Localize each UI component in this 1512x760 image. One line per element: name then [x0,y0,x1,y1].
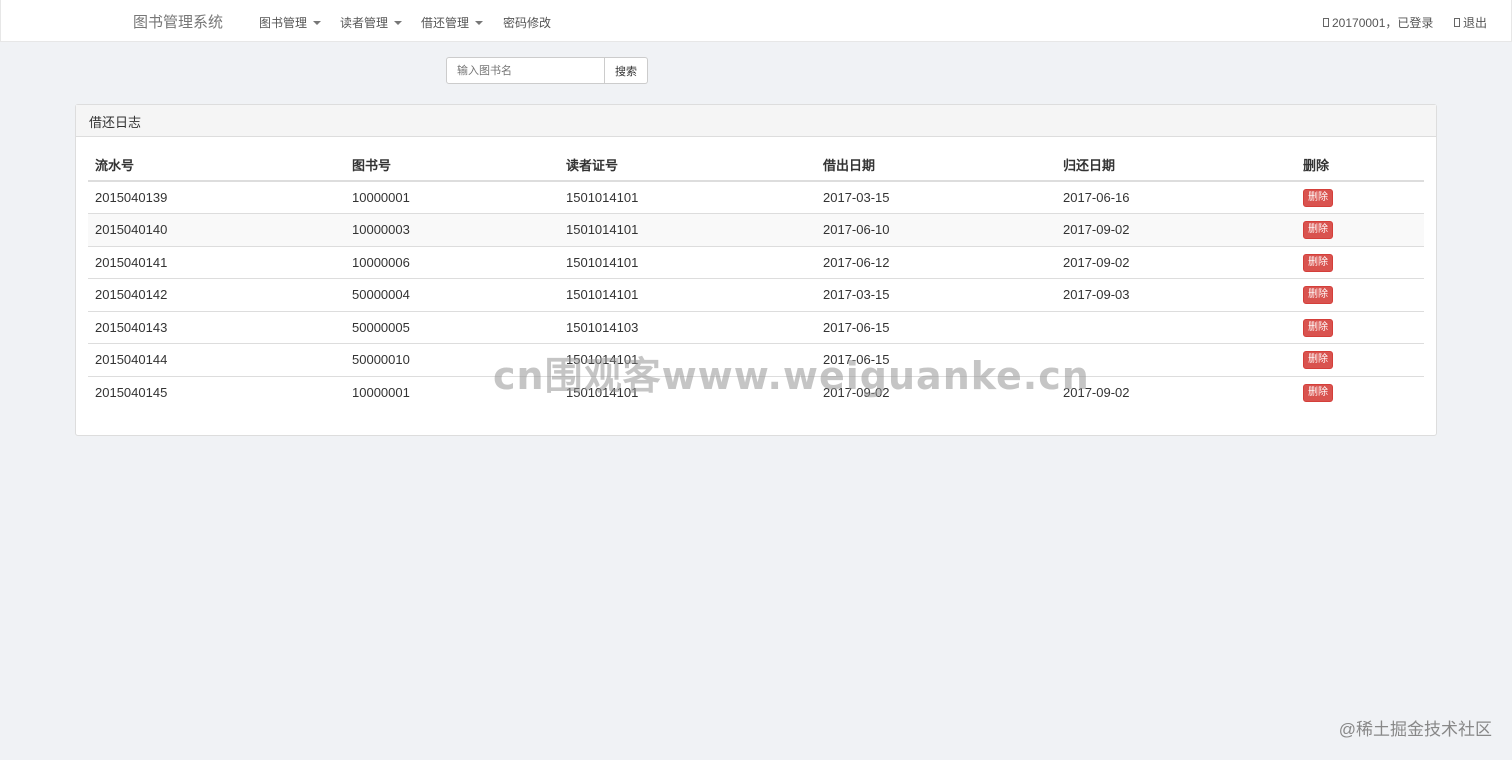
nav-lend-management[interactable]: 借还管理 [421,14,484,31]
caret-down-icon [394,20,403,25]
cell-serial: 2015040139 [88,180,345,214]
cell-return-date: 2017-09-02 [1056,213,1296,246]
caret-down-icon [475,20,484,25]
caret-down-icon [313,20,322,25]
logout-label: 退出 [1463,16,1488,30]
panel-title: 借还日志 [76,105,1436,137]
cell-serial: 2015040143 [88,310,345,344]
delete-button[interactable]: 删除 [1303,351,1333,370]
cell-delete: 删除 [1296,180,1424,214]
cell-lend-date: 2017-03-15 [816,278,1056,311]
delete-button[interactable]: 删除 [1303,253,1333,272]
table-row: 2015040140 10000003 1501014101 2017-06-1… [88,213,1424,246]
cell-book: 50000005 [345,310,559,344]
cell-return-date: 2017-09-02 [1056,245,1296,279]
delete-button[interactable]: 删除 [1303,286,1333,305]
nav-reader-management[interactable]: 读者管理 [340,14,403,31]
cell-serial: 2015040144 [88,343,345,376]
table-row: 2015040141 10000006 1501014101 2017-06-1… [88,245,1424,279]
col-return-date-header: 归还日期 [1056,149,1296,182]
cell-serial: 2015040141 [88,245,345,279]
cell-reader: 1501014101 [559,180,816,214]
cell-reader: 1501014101 [559,245,816,279]
cell-return-date: 2017-09-02 [1056,375,1296,409]
cell-delete: 删除 [1296,213,1424,246]
nav-label: 借还管理 [421,16,470,30]
cell-delete: 删除 [1296,375,1424,409]
cell-return-date: 2017-06-16 [1056,180,1296,214]
delete-button[interactable]: 删除 [1303,221,1333,240]
table-header-row: 流水号 图书号 读者证号 借出日期 归还日期 删除 [88,149,1424,182]
cell-lend-date: 2017-06-15 [816,310,1056,344]
cell-reader: 1501014101 [559,213,816,246]
logout-icon [1454,18,1460,27]
cell-lend-date: 2017-06-15 [816,343,1056,376]
nav-book-management[interactable]: 图书管理 [259,14,322,31]
cell-serial: 2015040142 [88,278,345,311]
top-navbar: 图书管理系统 图书管理 读者管理 借还管理 密码修改 20170001，已登录 … [0,0,1512,42]
cell-reader: 1501014101 [559,343,816,376]
cell-return-date: 2017-09-03 [1056,278,1296,311]
table-row: 2015040142 50000004 1501014101 2017-03-1… [88,278,1424,311]
cell-book: 50000004 [345,278,559,311]
brand-title[interactable]: 图书管理系统 [133,11,223,32]
cell-lend-date: 2017-06-10 [816,213,1056,246]
cell-serial: 2015040145 [88,375,345,409]
cell-book: 10000001 [345,180,559,214]
table-row: 2015040144 50000010 1501014101 2017-06-1… [88,343,1424,376]
cell-reader: 1501014103 [559,310,816,344]
corner-watermark: @稀土掘金技术社区 [1338,720,1492,739]
cell-return-date [1056,310,1296,344]
col-delete-header: 删除 [1296,149,1424,182]
cell-lend-date: 2017-06-12 [816,245,1056,279]
cell-book: 10000001 [345,375,559,409]
cell-book: 10000006 [345,245,559,279]
delete-button[interactable]: 删除 [1303,189,1333,207]
col-serial-header: 流水号 [88,149,345,182]
nav-password-change[interactable]: 密码修改 [503,14,551,31]
nav-label: 图书管理 [259,16,308,30]
col-book-header: 图书号 [345,149,559,182]
cell-delete: 删除 [1296,310,1424,344]
cell-delete: 删除 [1296,278,1424,311]
table-row: 2015040139 10000001 1501014101 2017-03-1… [88,180,1424,214]
cell-serial: 2015040140 [88,213,345,246]
lend-log-table: 流水号 图书号 读者证号 借出日期 归还日期 删除 2015040139 100… [88,149,1424,409]
nav-label: 读者管理 [340,16,389,30]
cell-lend-date: 2017-09-02 [816,375,1056,409]
table-row: 2015040145 10000001 1501014101 2017-09-0… [88,375,1424,409]
search-input[interactable] [446,57,605,84]
user-status-label: 20170001，已登录 [1332,16,1434,30]
cell-delete: 删除 [1296,245,1424,279]
cell-delete: 删除 [1296,343,1424,376]
cell-reader: 1501014101 [559,375,816,409]
col-lend-date-header: 借出日期 [816,149,1056,182]
search-bar: 搜索 [446,57,648,84]
col-reader-header: 读者证号 [559,149,816,182]
user-status[interactable]: 20170001，已登录 [1323,14,1433,31]
cell-lend-date: 2017-03-15 [816,180,1056,214]
lend-log-panel: 借还日志 流水号 图书号 读者证号 借出日期 归还日期 删除 201504013… [75,104,1437,436]
user-icon [1323,18,1329,27]
delete-button[interactable]: 删除 [1303,384,1333,402]
delete-button[interactable]: 删除 [1303,318,1333,337]
cell-reader: 1501014101 [559,278,816,311]
cell-return-date [1056,343,1296,376]
cell-book: 10000003 [345,213,559,246]
search-button[interactable]: 搜索 [605,57,648,84]
table-row: 2015040143 50000005 1501014103 2017-06-1… [88,310,1424,344]
nav-label: 密码修改 [503,16,552,30]
logout-link[interactable]: 退出 [1454,14,1487,31]
cell-book: 50000010 [345,343,559,376]
